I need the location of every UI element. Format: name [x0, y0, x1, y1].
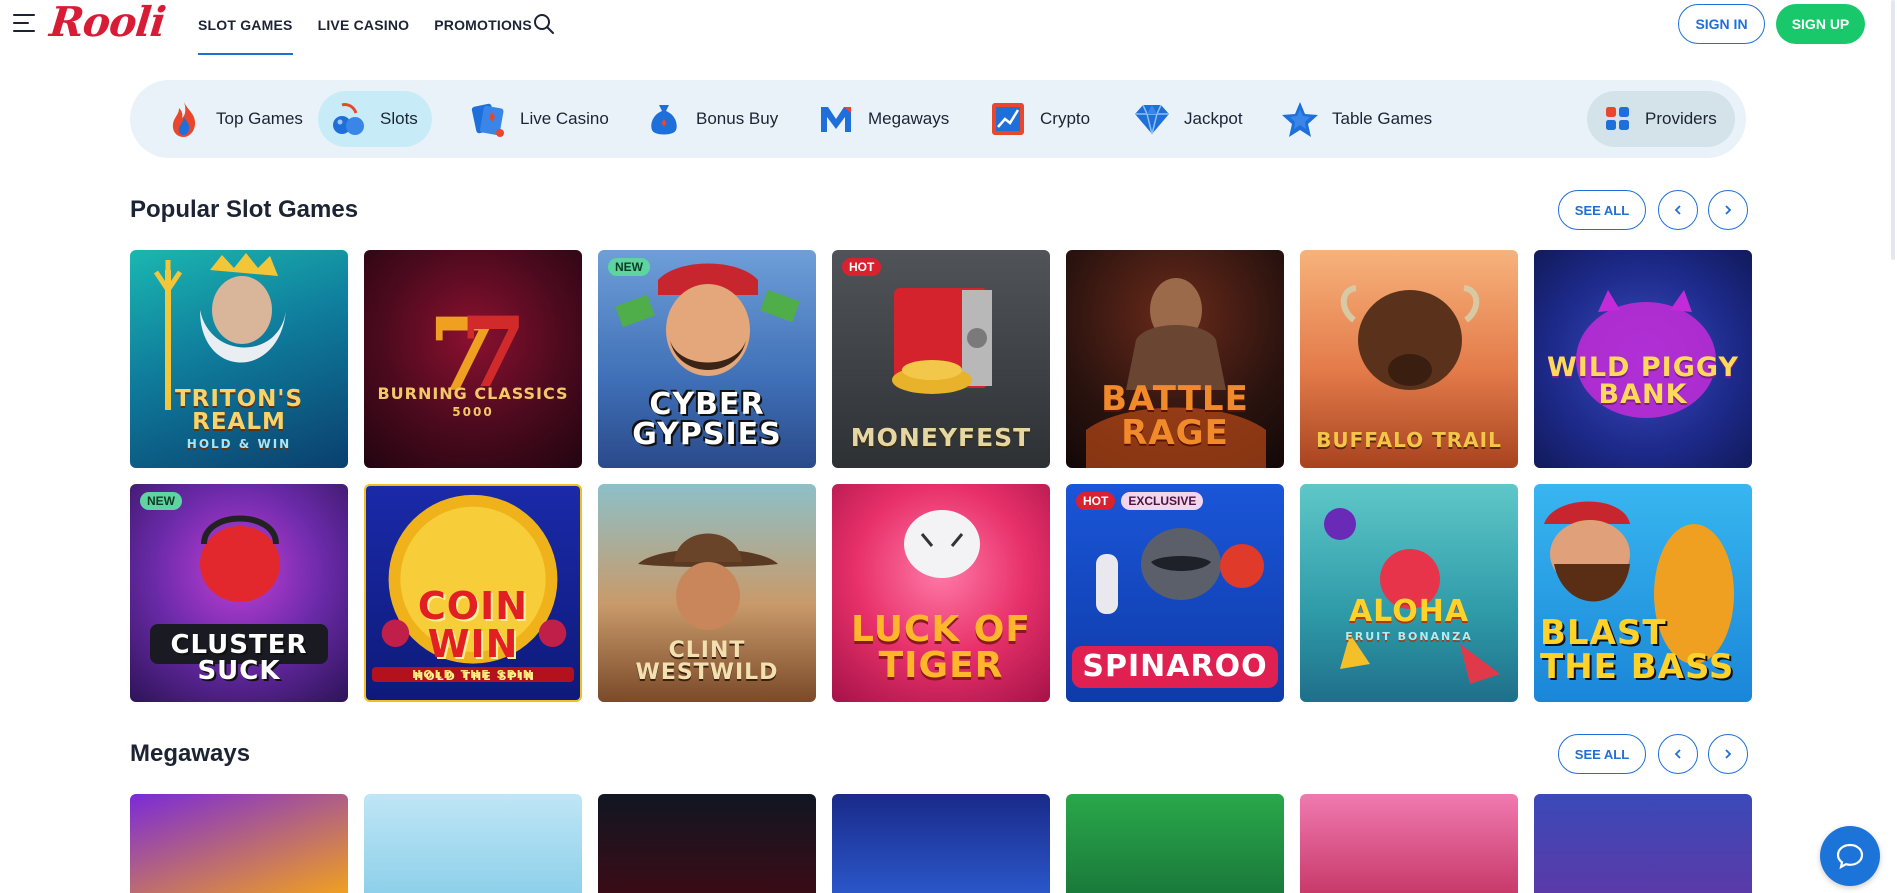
badge-new: NEW [608, 258, 650, 276]
logo[interactable]: Rooli [47, 0, 167, 46]
category-label: Live Casino [520, 109, 609, 128]
tile-badges: HOT [842, 258, 882, 276]
category-label: Table Games [1332, 109, 1433, 128]
game-tile-cluster-suck[interactable]: NEW CLUSTER SUCK [130, 484, 348, 702]
game-title: BLAST THE BASS [1540, 613, 1735, 687]
chevron-right-icon [1725, 205, 1732, 215]
fire-icon [172, 102, 196, 137]
category-live-casino[interactable]: Live Casino [458, 91, 623, 147]
megaways-tile-6[interactable] [1300, 794, 1518, 893]
game-title: CYBER GYPSIES [632, 387, 782, 452]
game-tile-clint-westwild[interactable]: CLINT WESTWILD [598, 484, 816, 702]
cards-icon [471, 103, 504, 137]
megaways-section-title: Megaways [130, 740, 251, 767]
popular-see-all-button[interactable]: SEE ALL [1558, 190, 1646, 230]
star-icon [1282, 102, 1318, 137]
tile-badges: NEW [140, 492, 182, 510]
game-tile-coin-win[interactable]: COIN WIN HOLD THE SPIN [364, 484, 582, 702]
megaways-tile-1[interactable] [130, 794, 348, 893]
game-title: CLINT WESTWILD [635, 638, 779, 685]
megaways-next-button[interactable] [1708, 734, 1748, 774]
game-tile-spinaroo[interactable]: HOT EXCLUSIVE SPINAROO [1066, 484, 1284, 702]
category-crypto[interactable]: Crypto [978, 91, 1104, 147]
chevron-left-icon [1674, 749, 1681, 759]
popular-section-title: Popular Slot Games [130, 196, 359, 223]
game-tile-blast-the-bass[interactable]: BLAST THE BASS [1534, 484, 1752, 702]
chevron-left-icon [1674, 205, 1681, 215]
megaways-tile-5[interactable] [1066, 794, 1284, 893]
megaways-tile-4[interactable] [832, 794, 1050, 893]
menu-icon[interactable] [13, 14, 35, 32]
game-title: BUFFALO TRAIL [1316, 428, 1502, 452]
badge-hot: HOT [842, 258, 882, 276]
category-slots[interactable]: Slots [318, 91, 432, 147]
game-tile-moneyfest[interactable]: HOT MONEYFEST [832, 250, 1050, 468]
nav-live-casino[interactable]: LIVE CASINO [318, 0, 410, 56]
nav-slot-games[interactable]: SLOT GAMES [198, 0, 293, 56]
category-megaways[interactable]: Megaways [806, 91, 963, 147]
category-jackpot[interactable]: Jackpot [1122, 91, 1257, 147]
main-nav: SLOT GAMES LIVE CASINO PROMOTIONS [198, 0, 557, 56]
game-title: WILD PIGGY BANK [1547, 352, 1739, 410]
game-title: CLUSTER SUCK [170, 630, 308, 686]
providers-label: Providers [1645, 109, 1717, 128]
game-tile-aloha-fruit-bonanza[interactable]: ALOHA FRUIT BONANZA [1300, 484, 1518, 702]
category-label: Megaways [868, 109, 950, 128]
money-bag-icon [651, 105, 677, 135]
game-title: BATTLE RAGE [1101, 379, 1249, 453]
game-title: MONEYFEST [850, 423, 1032, 452]
category-label: Jackpot [1184, 109, 1243, 128]
game-tile-buffalo-trail[interactable]: BUFFALO TRAIL [1300, 250, 1518, 468]
game-title: SPINAROO [1072, 646, 1278, 688]
megaways-prev-button[interactable] [1658, 734, 1698, 774]
category-bonus-buy[interactable]: Bonus Buy [634, 91, 792, 147]
sign-up-button[interactable]: SIGN UP [1776, 4, 1865, 44]
top-header: Rooli SLOT GAMES LIVE CASINO PROMOTIONS … [0, 0, 1897, 56]
fruit-art [1324, 508, 1500, 684]
megaways-tile-3[interactable] [598, 794, 816, 893]
megaways-tile-2[interactable] [364, 794, 582, 893]
category-table-games[interactable]: Table Games [1270, 91, 1446, 147]
crypto-chart-icon [992, 103, 1024, 135]
game-tile-luck-of-tiger[interactable]: LUCK OF TIGER [832, 484, 1050, 702]
game-title: ALOHA FRUIT BONANZA [1345, 594, 1473, 643]
megaways-m-icon [821, 107, 851, 132]
grid-icon [1606, 107, 1629, 130]
tile-badges: HOT EXCLUSIVE [1076, 492, 1204, 510]
category-label: Slots [380, 109, 418, 128]
game-title: LUCK OF TIGER [851, 609, 1031, 686]
game-tile-cyber-gypsies[interactable]: NEW CYBER GYPSIES [598, 250, 816, 468]
category-label: Bonus Buy [696, 109, 779, 128]
game-tile-wild-piggy-bank[interactable]: WILD PIGGY BANK [1534, 250, 1752, 468]
tile-badges: NEW [608, 258, 650, 276]
search-icon[interactable] [532, 12, 556, 36]
diamond-icon [1135, 104, 1169, 135]
sevens-art: 7 7 [428, 296, 527, 414]
badge-hot: HOT [1076, 492, 1116, 510]
game-title: TRITON'S REALM HOLD & WIN [174, 386, 304, 451]
page-scrollbar[interactable] [1891, 0, 1895, 260]
cherries-icon [333, 103, 364, 135]
category-top-games[interactable]: Top Games [154, 91, 317, 147]
providers-button[interactable]: Providers [1587, 91, 1735, 147]
chevron-right-icon [1725, 749, 1732, 759]
popular-prev-button[interactable] [1658, 190, 1698, 230]
game-tile-burning-classics[interactable]: 7 7 BURNING CLASSICS 5000 [364, 250, 582, 468]
game-tile-tritons-realm[interactable]: TRITON'S REALM HOLD & WIN [130, 250, 348, 468]
badge-exclusive: EXCLUSIVE [1121, 492, 1204, 510]
category-label: Crypto [1040, 109, 1091, 128]
game-title: BURNING CLASSICS 5000 [377, 384, 569, 419]
popular-next-button[interactable] [1708, 190, 1748, 230]
game-title: COIN WIN HOLD THE SPIN [366, 587, 580, 682]
category-bar: Top Games Slots Live Casino Bonus Buy Me… [130, 80, 1746, 158]
game-tile-battle-rage[interactable]: BATTLE RAGE [1066, 250, 1284, 468]
chat-bubble-icon [1836, 843, 1864, 870]
category-label: Top Games [216, 109, 303, 128]
sign-in-button[interactable]: SIGN IN [1678, 4, 1765, 44]
badge-new: NEW [140, 492, 182, 510]
megaways-see-all-button[interactable]: SEE ALL [1558, 734, 1646, 774]
megaways-tile-7[interactable] [1534, 794, 1752, 893]
nav-promotions[interactable]: PROMOTIONS [434, 0, 532, 56]
chat-support-button[interactable] [1820, 826, 1880, 886]
